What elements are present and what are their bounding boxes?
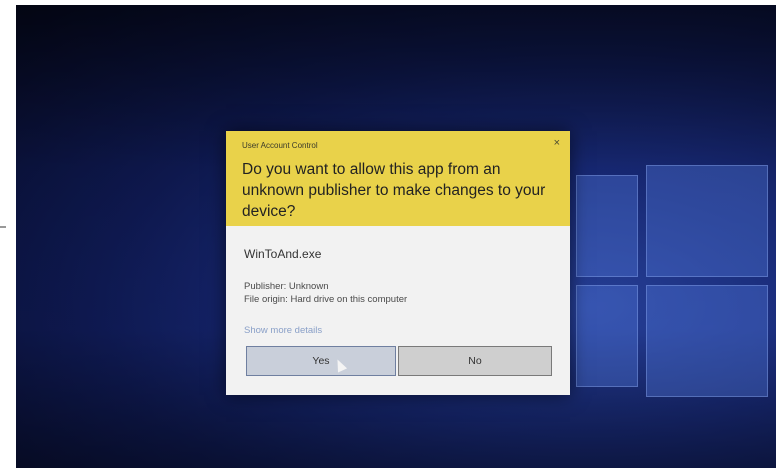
- logo-pane: [576, 285, 638, 387]
- no-button-label: No: [468, 355, 482, 367]
- dialog-caption: User Account Control: [242, 141, 318, 150]
- close-icon[interactable]: ×: [554, 137, 560, 149]
- yes-button[interactable]: Yes: [246, 346, 396, 376]
- app-name: WinToAnd.exe: [244, 247, 322, 261]
- dialog-question: Do you want to allow this app from an un…: [242, 161, 546, 220]
- publisher-text: Publisher: Unknown: [244, 281, 329, 292]
- yes-button-label: Yes: [312, 355, 330, 367]
- windows-logo: [576, 125, 776, 425]
- no-button[interactable]: No: [398, 346, 552, 376]
- file-origin-text: File origin: Hard drive on this computer: [244, 294, 408, 305]
- edge-mark: [0, 226, 6, 228]
- logo-pane: [646, 285, 768, 397]
- logo-pane: [576, 175, 638, 277]
- logo-pane: [646, 165, 768, 277]
- uac-dialog: User Account Control × Do you want to al…: [226, 131, 570, 395]
- dialog-header: User Account Control × Do you want to al…: [226, 131, 570, 226]
- show-details-link[interactable]: Show more details: [244, 325, 322, 336]
